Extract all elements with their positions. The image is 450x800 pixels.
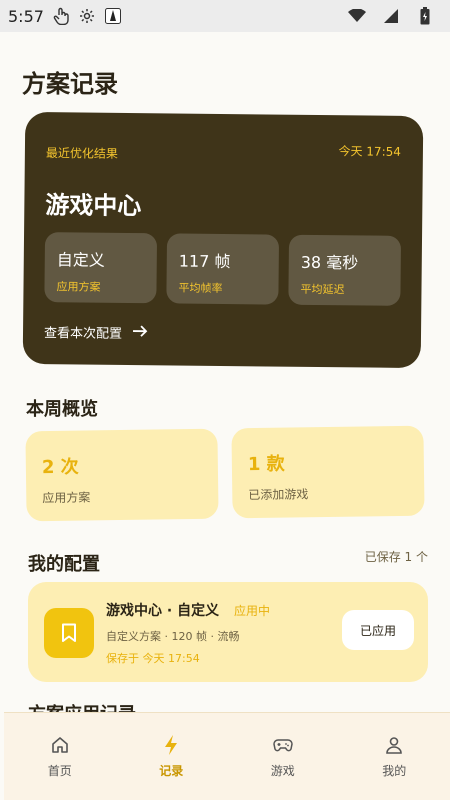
stat-plan: 自定义 应用方案: [44, 232, 158, 304]
stat-label: 平均延迟: [300, 282, 345, 297]
home-icon: [49, 734, 71, 756]
status-time: 5:57: [8, 6, 44, 26]
battery-icon: [416, 7, 434, 25]
config-status-badge: 应用中: [234, 604, 271, 618]
nav-home[interactable]: 首页: [4, 713, 116, 800]
lightning-icon: [160, 734, 182, 756]
arrow-right-icon: [132, 324, 148, 342]
saved-count: 已保存 1 个: [364, 550, 428, 564]
overview-card-games: 1 款 已添加游戏: [231, 425, 425, 519]
latest-result-stats: 自定义 应用方案 117 帧 平均帧率 38 毫秒 平均延迟: [44, 232, 402, 306]
overview-value: 2 次: [41, 456, 79, 479]
wifi-icon: [348, 7, 366, 25]
overview-value: 1 款: [247, 453, 285, 476]
stat-latency: 38 毫秒 平均延迟: [288, 234, 402, 306]
person-icon: [383, 734, 405, 756]
view-config-link[interactable]: 查看本次配置: [44, 322, 148, 342]
config-saved-time: 保存于 今天 17:54: [106, 652, 200, 665]
bookmark-icon: [44, 608, 94, 658]
latest-result-label: 最近优化结果: [45, 146, 118, 161]
nav-label: 首页: [47, 764, 72, 778]
my-configs-title: 我的配置: [28, 554, 100, 575]
stat-value: 自定义: [56, 250, 105, 270]
latest-result-time: 今天 17:54: [338, 144, 402, 159]
status-bar: 5:57: [0, 0, 450, 32]
bottom-nav: 首页 记录 游戏 我的: [4, 712, 450, 800]
page-title: 方案记录: [22, 70, 118, 98]
stat-label: 平均帧率: [178, 281, 223, 295]
overview-label: 已添加游戏: [248, 487, 309, 503]
overview-label: 应用方案: [42, 490, 91, 506]
nav-label: 我的: [382, 764, 407, 778]
latest-result-game-name: 游戏中心: [45, 191, 142, 221]
nav-records[interactable]: 记录: [116, 713, 228, 800]
signal-icon: [382, 7, 400, 25]
stat-value: 117 帧: [178, 251, 231, 272]
gear-icon: [78, 7, 96, 25]
stat-fps: 117 帧 平均帧率: [166, 233, 280, 305]
week-overview-title: 本周概览: [26, 399, 98, 420]
stat-label: 应用方案: [56, 280, 101, 294]
stat-value: 38 毫秒: [300, 252, 359, 273]
view-config-label: 查看本次配置: [43, 326, 123, 342]
latest-result-card: 最近优化结果 今天 17:54 游戏中心 自定义 应用方案 117 帧 平均帧率…: [22, 111, 424, 369]
gamepad-icon: [272, 734, 294, 756]
config-title: 游戏中心 · 自定义: [106, 603, 220, 619]
status-right: [348, 7, 442, 25]
touch-icon: [52, 7, 70, 25]
applied-button[interactable]: 已应用: [342, 610, 414, 650]
nav-label: 游戏: [270, 764, 295, 778]
config-description: 自定义方案 · 120 帧 · 流畅: [106, 630, 240, 643]
nav-label: 记录: [159, 764, 184, 778]
nav-games[interactable]: 游戏: [227, 713, 339, 800]
nav-profile[interactable]: 我的: [339, 713, 450, 800]
config-card[interactable]: 游戏中心 · 自定义 应用中 自定义方案 · 120 帧 · 流畅 保存于 今天…: [28, 582, 428, 682]
overview-card-applied: 2 次 应用方案: [25, 428, 219, 522]
app-notification-icon: [104, 7, 122, 25]
